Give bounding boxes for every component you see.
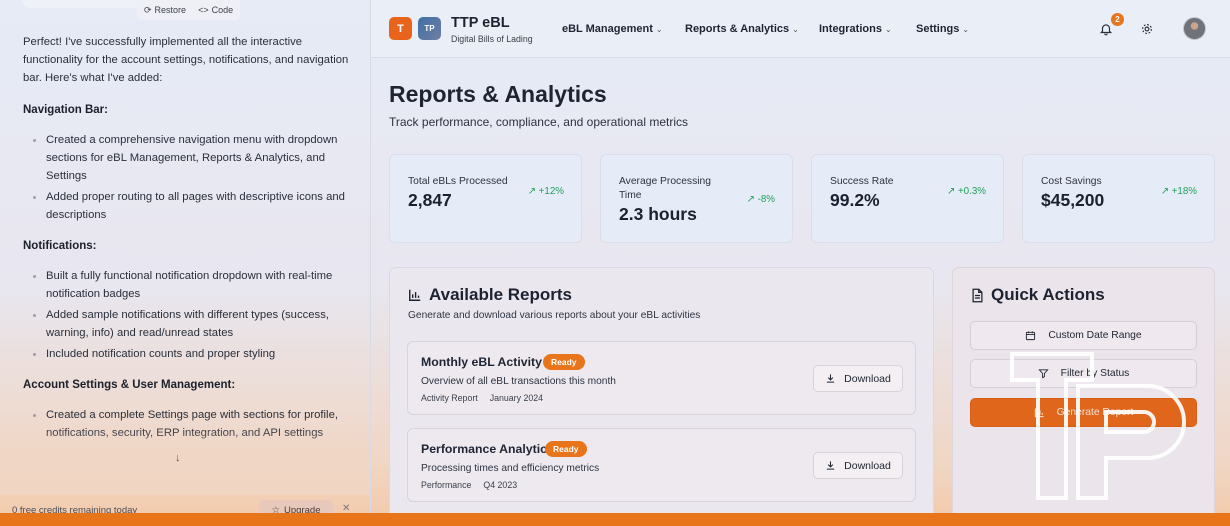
download-icon — [826, 461, 835, 470]
reports-subtitle: Generate and download various reports ab… — [408, 310, 701, 321]
stat-value: 2.3 hours — [619, 204, 697, 224]
scroll-down-icon[interactable]: ↓ — [175, 452, 181, 464]
document-icon — [972, 288, 983, 302]
chat-panel: ⟳ Restore <> Code Perfect! I've successful… — [0, 0, 370, 513]
download-button[interactable]: Download — [813, 452, 903, 479]
report-meta: Performance Q4 2023 — [421, 480, 518, 490]
upgrade-button[interactable]: ☆ Upgrade — [259, 500, 333, 513]
trending-icon: ↗ — [746, 194, 758, 205]
list-item: Included notification counts and proper … — [23, 345, 358, 363]
stat-trend: ↗ +18% — [1160, 186, 1197, 197]
reports-title: Available Reports — [408, 285, 572, 305]
trending-up-icon: ↗ — [947, 186, 958, 197]
stat-card-total-ebls: Total eBLs Processed 2,847 ↗ +12% — [389, 154, 582, 243]
message-intro: Perfect! I've successfully implemented a… — [23, 36, 349, 84]
bottom-accent-bar — [0, 513, 1230, 526]
chevron-down-icon: ⌄ — [962, 25, 970, 34]
trending-up-icon: ↗ — [527, 186, 539, 197]
restore-icon: ⟳ — [144, 4, 152, 15]
stat-label: Success Rate — [830, 176, 894, 187]
stat-card-cost-savings: Cost Savings $45,200 ↗ +18% — [1022, 154, 1215, 243]
stat-card-processing-time: Average Processing Time 2.3 hours ↗ -8% — [600, 154, 793, 243]
page-title: Reports & Analytics — [389, 81, 607, 107]
nav-ebl-management[interactable]: eBL Management ⌄ — [562, 23, 663, 35]
bell-icon[interactable] — [1099, 22, 1113, 36]
code-button[interactable]: <> Code — [198, 5, 233, 15]
report-meta: Activity Report January 2024 — [421, 393, 544, 403]
nav-integrations[interactable]: Integrations ⌄ — [819, 23, 892, 35]
stat-value: 99.2% — [830, 190, 880, 210]
status-badge: Ready — [545, 441, 587, 457]
brand-name[interactable]: TTP eBL — [451, 15, 510, 31]
nav-reports-analytics[interactable]: Reports & Analytics ⌄ — [685, 23, 799, 35]
close-icon[interactable]: ✕ — [342, 503, 350, 513]
list-item: Added proper routing to all pages with d… — [23, 188, 358, 224]
chevron-down-icon: ⌄ — [884, 25, 892, 34]
page-subtitle: Track performance, compliance, and opera… — [389, 115, 689, 129]
stat-value: 2,847 — [408, 190, 452, 210]
stat-value: $45,200 — [1041, 190, 1105, 210]
chevron-down-icon: ⌄ — [792, 25, 799, 34]
star-icon: ☆ — [271, 504, 281, 514]
available-reports-panel: Available Reports Generate and download … — [389, 267, 934, 513]
gear-icon[interactable] — [1140, 22, 1154, 36]
trending-up-icon: ↗ — [1160, 186, 1172, 197]
nav-settings[interactable]: Settings ⌄ — [916, 23, 969, 35]
stat-card-success-rate: Success Rate 99.2% ↗ +0.3% — [811, 154, 1004, 243]
tp-watermark-logo — [1010, 352, 1186, 500]
stat-label: Total eBLs Processed — [408, 176, 508, 187]
report-name: Monthly eBL Activity — [421, 355, 542, 369]
list-item: Built a fully functional notification dr… — [23, 267, 358, 303]
logo-t: T — [389, 17, 412, 40]
section-title: Notifications: — [23, 240, 97, 252]
report-description: Overview of all eBL transactions this mo… — [421, 376, 616, 387]
chevron-down-icon: ⌄ — [655, 25, 663, 34]
quick-actions-title: Quick Actions — [971, 285, 1105, 305]
custom-date-range-button[interactable]: Custom Date Range — [970, 321, 1197, 350]
code-icon: <> — [198, 5, 209, 15]
report-name: Performance Analytics — [421, 442, 554, 456]
brand-subtitle: Digital Bills of Lading — [451, 34, 533, 44]
stat-trend: ↗ +12% — [527, 186, 564, 197]
message-actions: ⟳ Restore <> Code — [137, 0, 241, 20]
status-badge: Ready — [543, 354, 585, 370]
download-button[interactable]: Download — [813, 365, 903, 392]
assistant-message: Perfect! I've successfully implemented a… — [23, 33, 358, 455]
bar-chart-icon — [409, 289, 421, 301]
notification-badge: 2 — [1111, 13, 1124, 26]
fade-overlay — [0, 425, 370, 495]
avatar[interactable] — [1183, 17, 1206, 40]
section-title: Account Settings & User Management: — [23, 379, 236, 391]
stat-trend: ↗ +0.3% — [947, 186, 986, 197]
stat-trend: ↗ -8% — [746, 194, 775, 205]
credits-remaining: 0 free credits remaining today — [12, 505, 138, 513]
app-preview: T TP TTP eBL Digital Bills of Lading eBL… — [370, 0, 1230, 513]
calendar-icon — [1026, 331, 1036, 341]
list-item: Created a comprehensive navigation menu … — [23, 131, 358, 185]
download-icon — [826, 374, 835, 383]
logo-tp: TP — [418, 17, 441, 40]
report-card: Monthly eBL Activity Ready Overview of a… — [407, 341, 916, 415]
stat-label: Cost Savings — [1041, 176, 1102, 187]
stat-label: Average Processing Time — [619, 176, 711, 201]
section-list: Created a comprehensive navigation menu … — [23, 131, 358, 224]
report-card: Performance Analytics Ready Processing t… — [407, 428, 916, 502]
section-title: Navigation Bar: — [23, 104, 108, 116]
top-navbar: T TP TTP eBL Digital Bills of Lading eBL… — [371, 0, 1230, 58]
section-list: Built a fully functional notification dr… — [23, 267, 358, 363]
restore-button[interactable]: ⟳ Restore — [144, 5, 186, 16]
report-description: Processing times and efficiency metrics — [421, 463, 600, 474]
list-item: Added sample notifications with differen… — [23, 306, 358, 342]
